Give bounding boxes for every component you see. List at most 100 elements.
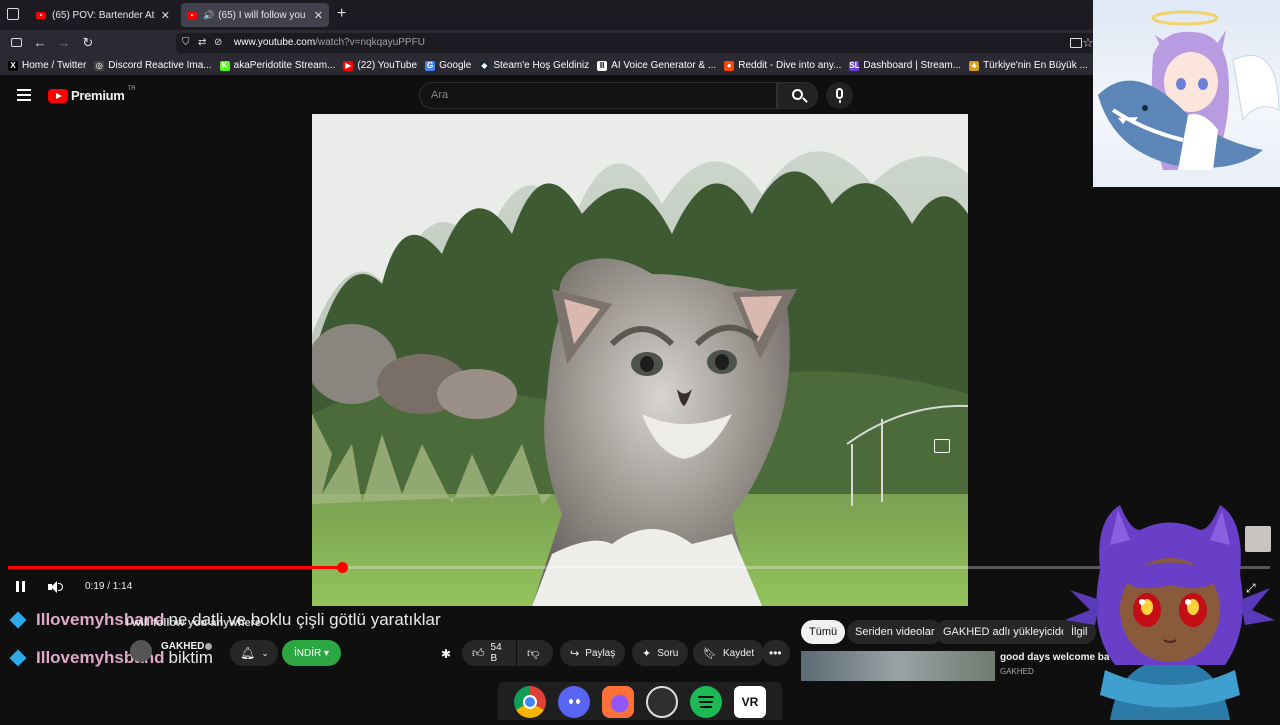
bookmark-label: akaPeridotite Stream... [233, 60, 336, 71]
thumbs-down-icon: 👎︎ [527, 645, 540, 660]
youtube-favicon-icon [187, 11, 197, 19]
channel-avatar[interactable] [130, 640, 152, 662]
thumbs-up-icon: 👍︎ [472, 645, 485, 660]
bookmark-label: Dashboard | Stream... [863, 60, 962, 71]
mic-icon [836, 88, 843, 99]
save-label: Kaydet [722, 647, 755, 659]
share-button[interactable]: ↪ Paylaş [560, 640, 626, 666]
bookmark-item[interactable]: ♣ Türkiye'nin En Büyük ... [969, 60, 1088, 71]
firefox-icon[interactable] [602, 686, 634, 718]
tab-close-icon[interactable]: ✕ [155, 9, 170, 22]
bookmark-label: Discord Reactive Ima... [108, 60, 212, 71]
bookmark-favicon-icon: ◆ [479, 60, 490, 71]
sidebar-toggle-icon[interactable] [8, 35, 24, 51]
bookmark-item[interactable]: G Google [425, 60, 471, 71]
bookmark-label: Reddit - Dive into any... [738, 60, 842, 71]
menu-icon[interactable] [17, 89, 31, 101]
bookmark-label: AI Voice Generator & ... [611, 60, 717, 71]
miniplayer-icon[interactable] [934, 439, 950, 453]
youtube-logo[interactable]: Premium TR [48, 86, 136, 103]
bookmark-favicon-icon: ◎ [94, 60, 105, 71]
voice-search-button[interactable] [826, 82, 853, 109]
bookmark-favicon-icon: ● [724, 60, 735, 71]
bookmark-item[interactable]: ◎ Discord Reactive Ima... [94, 60, 212, 71]
like-count: 54 B [490, 642, 502, 664]
chrome-icon[interactable] [514, 686, 546, 718]
youtube-play-icon [48, 88, 68, 103]
url-path: /watch?v=nqkqayuPPFU [315, 37, 425, 48]
ask-button[interactable]: ✦ Soru [632, 640, 689, 666]
bookmark-favicon-icon: K [219, 60, 230, 71]
like-button[interactable]: 👍︎ 54 B [462, 640, 516, 666]
discord-icon[interactable] [558, 686, 590, 718]
bookmark-label: Google [439, 60, 472, 71]
bookmark-item[interactable]: X Home / Twitter [8, 60, 86, 71]
tab-follow-you[interactable]: 🔊 (65) I will follow you an ✕ [181, 3, 329, 27]
tracking-icon[interactable]: ⊘ [214, 33, 222, 53]
speaker-icon[interactable]: 🔊 [203, 10, 214, 21]
bookmark-favicon-icon: G [425, 60, 436, 71]
shield-icon[interactable]: ⛉ [182, 33, 190, 53]
bookmark-label: Türkiye'nin En Büyük ... [983, 60, 1088, 71]
ask-icon: ✦ [642, 647, 652, 660]
forward-icon[interactable]: → [56, 35, 72, 51]
sparkle-icon[interactable]: ✱ [441, 647, 451, 661]
tab-title: (65) I will follow you an [218, 9, 308, 21]
search-button[interactable] [777, 82, 818, 109]
bookmark-label: Home / Twitter [22, 60, 87, 71]
channel-name[interactable]: GAKHED [161, 641, 204, 652]
new-tab-button[interactable]: + [337, 5, 346, 23]
vtuber-avatar [1060, 500, 1280, 720]
vrchat-icon[interactable]: VR [734, 686, 766, 718]
logo-text: Premium [71, 88, 125, 103]
bookmark-favicon-icon: SL [849, 60, 860, 71]
bookmark-item[interactable]: ▶ (22) YouTube [343, 60, 417, 71]
bookmark-favicon-icon: ♣ [969, 60, 980, 71]
cube-icon [9, 649, 27, 667]
bookmark-item[interactable]: ● Reddit - Dive into any... [724, 60, 841, 71]
volume-button[interactable] [48, 580, 64, 594]
more-actions-button[interactable]: ••• [762, 640, 790, 666]
dislike-button[interactable]: 👎︎ [517, 640, 553, 666]
taskbar: VR [498, 682, 782, 720]
filter-chip[interactable]: Tümü [801, 620, 846, 644]
back-icon[interactable]: ← [32, 35, 48, 51]
recommended-thumbnail[interactable] [801, 651, 995, 681]
bookmark-item[interactable]: KakaPeridotite Stream... [219, 60, 336, 71]
bookmarks-toolbar: X Home / Twitter ◎ Discord Reactive Ima... K… [0, 56, 1280, 76]
filter-chip[interactable]: Seriden videolar [847, 620, 943, 644]
video-frame-kitten [312, 114, 968, 606]
obs-icon[interactable] [646, 686, 678, 718]
bookmark-label: Steam'e Hoş Geldiniz [493, 60, 590, 71]
browser-navbar: ← → ↻ ⛉ ⇄ ⊘ www.youtube.com/watch?v=nqkq… [0, 30, 1280, 56]
bookmark-item[interactable]: SL Dashboard | Stream... [849, 60, 961, 71]
download-button[interactable]: İNDİR ▾ [282, 640, 342, 666]
anime-avatar-overlay [1093, 0, 1280, 187]
bookmark-item[interactable]: ◆ Steam'e Hoş Geldiniz [479, 60, 589, 71]
bell-icon: 🔔︎ [240, 646, 256, 660]
download-label: İNDİR ▾ [294, 647, 330, 659]
video-player[interactable] [312, 114, 968, 606]
verified-icon [205, 643, 212, 650]
pause-button[interactable] [14, 580, 28, 594]
pause-icon [16, 581, 19, 592]
url-bar[interactable]: ⛉ ⇄ ⊘ www.youtube.com/watch?v=nqkqayuPPF… [176, 33, 1096, 53]
subscribe-bell-button[interactable]: 🔔︎ ⌄ [230, 640, 278, 666]
spotify-icon[interactable] [690, 686, 722, 718]
bookmark-item[interactable]: II AI Voice Generator & ... [597, 60, 716, 71]
tab-close-icon[interactable]: ✕ [308, 9, 323, 22]
time-display: 0:19 / 1:14 [85, 581, 133, 592]
chevron-down-icon: ⌄ [261, 647, 269, 658]
permissions-icon[interactable]: ⇄ [198, 33, 206, 53]
video-title-fragment: I will follow you anywhere [126, 617, 262, 629]
youtube-favicon-icon [36, 11, 46, 19]
bookmark-label: (22) YouTube [357, 60, 418, 71]
tab-list-icon[interactable] [7, 8, 19, 20]
search-input[interactable]: Ara [419, 82, 777, 109]
recommended-channel: GAKHED [1000, 667, 1034, 676]
reload-icon[interactable]: ↻ [80, 35, 96, 51]
ask-label: Soru [657, 647, 679, 659]
save-button[interactable]: 🔖︎ Kaydet [693, 640, 765, 666]
bookmark-icon: 🔖︎ [703, 647, 717, 660]
tab-bartender[interactable]: (65) POV: Bartender At Ser ✕ [30, 3, 176, 27]
